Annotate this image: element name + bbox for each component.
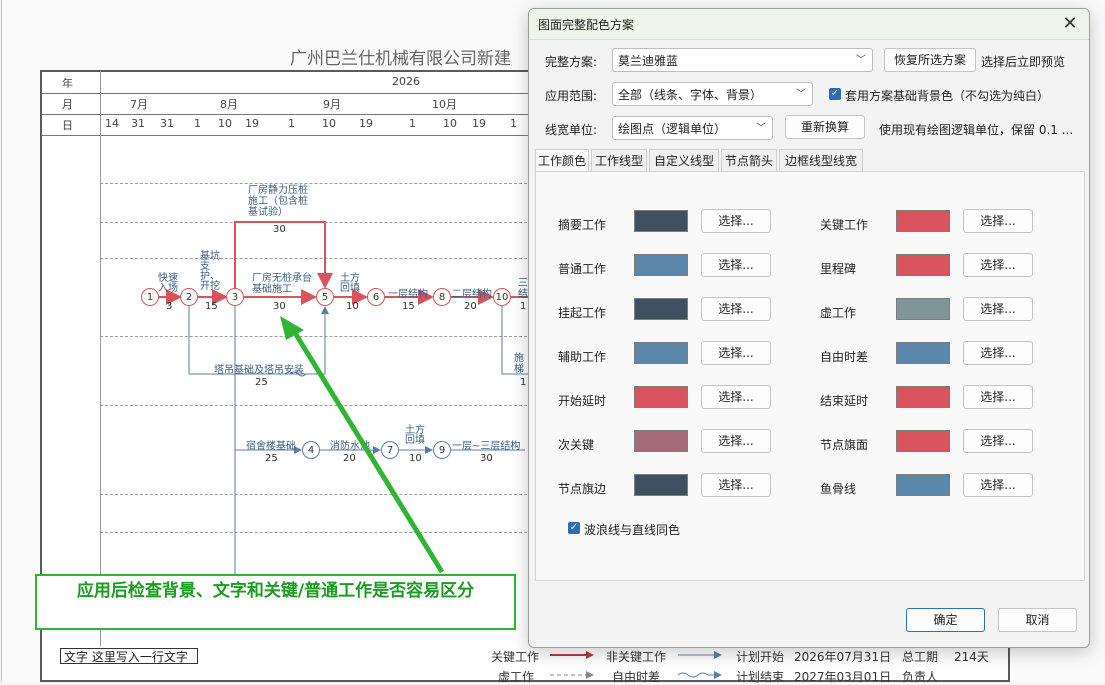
choose-color-button[interactable]: 选择... (963, 253, 1033, 277)
legend-dummy-label: 虚工作 (498, 670, 535, 684)
color-label-subcritical: 次关键 (558, 438, 595, 452)
restore-hint: 选择后立即预览 (981, 55, 1066, 69)
choose-color-button[interactable]: 选择... (701, 253, 771, 277)
choose-color-button[interactable]: 选择... (963, 209, 1033, 233)
wave-checkbox-label[interactable]: 波浪线与直线同色 (584, 521, 680, 538)
legend-freefloat-line (677, 671, 722, 679)
color-scheme-dialog: 图面完整配色方案 ✕ 完整方案: 莫兰迪雅蓝 ﹀ 恢复所选方案 选择后立即预览 … (528, 8, 1090, 648)
legend-plan-end-label: 计划结束 (736, 670, 785, 684)
ok-button[interactable]: 确定 (906, 608, 985, 632)
color-label-milestone: 里程碑 (820, 262, 857, 276)
legend-dummy-line (550, 671, 594, 679)
color-label-node-flag-face: 节点旗面 (820, 438, 869, 452)
bg-checkbox-label[interactable]: 套用方案基础背景色（不勾选为纯白） (845, 87, 1049, 104)
choose-color-button[interactable]: 选择... (963, 341, 1033, 365)
color-swatch[interactable] (896, 254, 950, 276)
choose-color-button[interactable]: 选择... (963, 429, 1033, 453)
recalc-button[interactable]: 重新换算 (785, 115, 865, 139)
color-label-critical: 关键工作 (820, 218, 869, 232)
legend-critical-label: 关键工作 (491, 650, 540, 664)
dialog-titlebar[interactable]: 图面完整配色方案 ✕ (529, 9, 1089, 40)
work-color-panel: 摘要工作 选择... 普通工作 选择... 挂起工作 选择... 辅助工作 选择… (535, 171, 1085, 581)
color-label-start-delay: 开始延时 (558, 394, 607, 408)
legend-plan-start-label: 计划开始 (736, 650, 785, 664)
annotation-arrow (280, 316, 445, 574)
scheme-dropdown[interactable]: 莫兰迪雅蓝 ﹀ (612, 48, 873, 72)
choose-color-button[interactable]: 选择... (701, 341, 771, 365)
scheme-value: 莫兰迪雅蓝 (618, 54, 679, 68)
restore-scheme-button[interactable]: 恢复所选方案 (884, 48, 976, 72)
choose-color-button[interactable]: 选择... (701, 209, 771, 233)
cancel-button[interactable]: 取消 (998, 608, 1077, 632)
legend-noncritical-label: 非关键工作 (606, 650, 667, 664)
scheme-label: 完整方案: (545, 55, 598, 69)
choose-color-button[interactable]: 选择... (701, 297, 771, 321)
choose-color-button[interactable]: 选择... (963, 473, 1033, 497)
choose-color-button[interactable]: 选择... (963, 297, 1033, 321)
legend-plan-start-value: 2026年07月31日 (794, 650, 892, 664)
choose-color-button[interactable]: 选择... (963, 385, 1033, 409)
tab-node-arrow[interactable]: 节点箭头 (721, 149, 777, 171)
choose-color-button[interactable]: 选择... (701, 429, 771, 453)
legend-freefloat-label: 自由时差 (612, 670, 661, 684)
line-unit-value: 绘图点（逻辑单位） (618, 122, 727, 136)
color-swatch[interactable] (634, 254, 688, 276)
color-label-summary: 摘要工作 (558, 218, 607, 232)
dialog-title: 图面完整配色方案 (538, 18, 635, 32)
color-swatch[interactable] (634, 386, 688, 408)
color-label-fishbone: 鱼骨线 (820, 482, 857, 496)
line-unit-label: 线宽单位: (545, 123, 598, 137)
scope-label: 应用范围: (545, 89, 598, 103)
legend-plan-end-value: 2027年03月01日 (794, 670, 892, 684)
chevron-down-icon: ﹀ (796, 89, 806, 100)
checkbox-icon[interactable]: ✓ (829, 88, 841, 100)
color-label-suspended: 挂起工作 (558, 306, 607, 320)
color-swatch[interactable] (896, 430, 950, 452)
color-label-normal: 普通工作 (558, 262, 607, 276)
line-unit-hint: 使用现有绘图逻辑单位，保留 0.1 ... (879, 123, 1074, 137)
color-swatch[interactable] (896, 474, 950, 496)
tab-work-color[interactable]: 工作颜色 (535, 149, 589, 171)
chevron-down-icon: ﹀ (856, 55, 866, 66)
color-swatch[interactable] (634, 298, 688, 320)
line-unit-dropdown[interactable]: 绘图点（逻辑单位） ﹀ (612, 116, 773, 140)
close-icon[interactable]: ✕ (1057, 12, 1083, 36)
choose-color-button[interactable]: 选择... (701, 385, 771, 409)
tab-work-linetype[interactable]: 工作线型 (591, 149, 647, 171)
scope-value: 全部（线条、字体、背景） (618, 88, 763, 102)
legend-noncritical-line (678, 651, 722, 659)
checkbox-icon[interactable]: ✓ (568, 522, 580, 534)
legend-total-label: 总工期 (902, 650, 939, 664)
color-swatch[interactable] (896, 298, 950, 320)
color-label-node-flag-edge: 节点旗边 (558, 482, 607, 496)
color-label-auxiliary: 辅助工作 (558, 350, 607, 364)
color-label-end-delay: 结束延时 (820, 394, 869, 408)
drawing-textbox[interactable]: 文字 这里写入一行文字 (60, 648, 198, 664)
color-label-free-float: 自由时差 (820, 350, 869, 364)
color-swatch[interactable] (896, 386, 950, 408)
color-swatch[interactable] (634, 342, 688, 364)
color-swatch[interactable] (634, 474, 688, 496)
annotation-callout: 应用后检查背景、文字和关键/普通工作是否容易区分 (35, 574, 516, 630)
color-swatch[interactable] (634, 430, 688, 452)
choose-color-button[interactable]: 选择... (701, 473, 771, 497)
color-label-dummy: 虚工作 (820, 306, 857, 320)
tab-custom-linetype[interactable]: 自定义线型 (649, 149, 719, 171)
chevron-down-icon: ﹀ (756, 123, 766, 134)
legend-critical-line (550, 651, 594, 659)
legend-total-value: 214天 (954, 650, 989, 664)
color-swatch[interactable] (896, 342, 950, 364)
color-swatch[interactable] (634, 210, 688, 232)
color-swatch[interactable] (896, 210, 950, 232)
legend-owner-label: 负责人 (902, 670, 939, 684)
tab-border-linewidth[interactable]: 边框线型线宽 (779, 149, 863, 171)
scope-dropdown[interactable]: 全部（线条、字体、背景） ﹀ (612, 82, 813, 106)
